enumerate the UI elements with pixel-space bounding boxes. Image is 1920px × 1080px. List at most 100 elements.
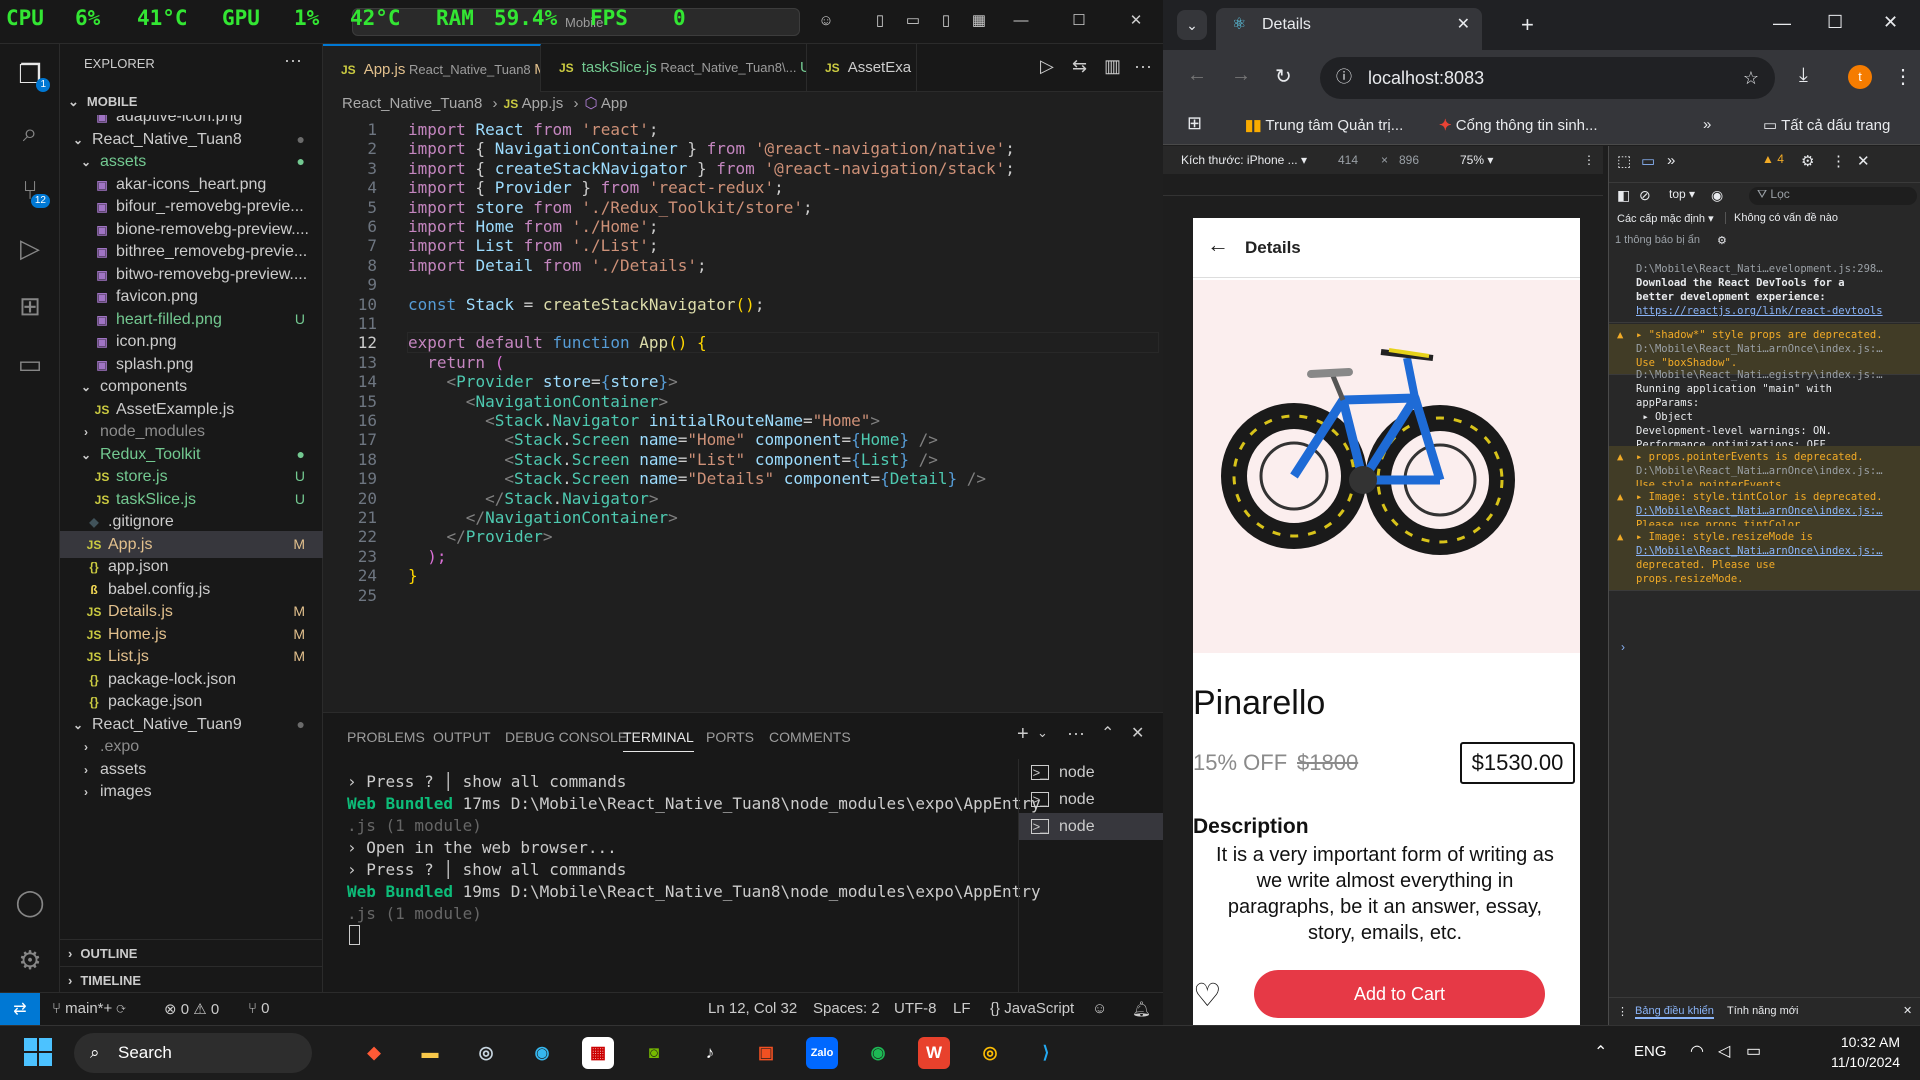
- settings-gear-icon[interactable]: ⚙: [12, 942, 48, 978]
- breadcrumb-symbol[interactable]: App: [601, 95, 628, 112]
- file-explorer-icon[interactable]: ▬: [414, 1037, 446, 1069]
- code-line[interactable]: import Detail from './Details';: [408, 256, 707, 275]
- close-devtools-icon[interactable]: ✕: [1857, 152, 1870, 170]
- more-tabs-icon[interactable]: »: [1667, 152, 1675, 169]
- code-line[interactable]: </Stack.Navigator>: [408, 489, 658, 508]
- all-bookmarks[interactable]: ▭ Tất cả dấu trang: [1763, 116, 1890, 134]
- profile-avatar[interactable]: t: [1848, 65, 1872, 89]
- site-info-icon[interactable]: ⓘ: [1336, 57, 1352, 99]
- remote-indicator-icon[interactable]: ⇄: [0, 993, 40, 1026]
- console-prompt[interactable]: ›: [1621, 640, 1625, 654]
- toggle-secondary-sidebar-icon[interactable]: ▯: [937, 12, 955, 30]
- code-line[interactable]: <Stack.Screen name="List" component={Lis…: [408, 450, 938, 469]
- zalo-icon[interactable]: Zalo: [806, 1037, 838, 1069]
- heart-icon[interactable]: ♡: [1193, 976, 1222, 1014]
- minimize-icon[interactable]: —: [1012, 12, 1030, 30]
- code-line[interactable]: const Stack = createStackNavigator();: [408, 295, 764, 314]
- microsoft-store-icon[interactable]: ▣: [750, 1037, 782, 1069]
- volume-icon[interactable]: ◁: [1718, 1041, 1730, 1061]
- source-control-icon[interactable]: ⑂ 12: [12, 172, 50, 208]
- code-line[interactable]: }: [408, 566, 418, 585]
- add-to-cart-button[interactable]: Add to Cart: [1254, 970, 1545, 1018]
- reload-icon[interactable]: ↻: [1275, 64, 1292, 89]
- device-width[interactable]: 414: [1338, 153, 1358, 167]
- react-devtools-link[interactable]: https://reactjs.org/link/react-devtools: [1636, 305, 1883, 317]
- drawer-menu-icon[interactable]: ⋮: [1617, 1005, 1628, 1018]
- bookmark-1[interactable]: ▮▮ Trung tâm Quản trị...: [1245, 116, 1403, 134]
- wps-office-icon[interactable]: W: [918, 1037, 950, 1069]
- address-bar[interactable]: ⓘ localhost:8083 ☆: [1320, 57, 1775, 99]
- maximize-icon[interactable]: ☐: [1070, 12, 1088, 30]
- apps-icon[interactable]: ⊞: [1187, 113, 1202, 134]
- terminal-output[interactable]: › Press ? │ show all commands Web Bundled…: [347, 771, 1041, 925]
- explorer-icon[interactable]: ❐ 1: [12, 56, 50, 92]
- customize-layout-icon[interactable]: ▦: [970, 12, 988, 30]
- code-line[interactable]: export default function App() {: [407, 332, 1159, 354]
- chrome-icon[interactable]: ◎: [974, 1037, 1006, 1069]
- live-expression-icon[interactable]: ◉: [1711, 187, 1723, 204]
- close-panel-icon[interactable]: ✕: [1131, 723, 1144, 743]
- code-line[interactable]: );: [408, 547, 446, 566]
- encoding[interactable]: UTF-8: [894, 1000, 937, 1017]
- code-line[interactable]: import React from 'react';: [408, 120, 659, 139]
- terminal-instance[interactable]: >_ node: [1019, 759, 1164, 786]
- taskbar-search[interactable]: ⌕ Search: [74, 1033, 312, 1073]
- start-icon[interactable]: [24, 1038, 52, 1066]
- terminal-instance[interactable]: >_ node: [1019, 786, 1164, 813]
- panel-tab-debug-console[interactable]: DEBUG CONSOLE: [505, 729, 627, 745]
- code-line[interactable]: return (: [408, 353, 504, 372]
- back-icon[interactable]: ←: [1187, 64, 1207, 87]
- panel-tab-output[interactable]: OUTPUT: [433, 729, 491, 745]
- bookmark-2[interactable]: ✦ Cổng thông tin sinh...: [1439, 116, 1598, 134]
- outline-section[interactable]: › OUTLINE: [60, 939, 323, 966]
- tab-search-icon[interactable]: ⌄: [1177, 10, 1207, 40]
- nvidia-icon[interactable]: ◙: [638, 1037, 670, 1069]
- terminal-dropdown-icon[interactable]: ⌄: [1037, 725, 1048, 741]
- downloads-icon[interactable]: ⤓: [1799, 64, 1808, 87]
- console-settings-icon[interactable]: ⚙: [1717, 234, 1727, 247]
- code-line[interactable]: <Stack.Screen name="Home" component={Hom…: [408, 430, 938, 449]
- sidebar-toggle-icon[interactable]: ◧: [1617, 187, 1630, 204]
- editor-tab[interactable]: JS taskSlice.js React_Native_Tuan8\... U: [541, 44, 807, 92]
- new-tab-icon[interactable]: +: [1521, 12, 1534, 38]
- remote-explorer-icon[interactable]: ▭: [12, 346, 48, 382]
- device-more-icon[interactable]: ⋮: [1583, 153, 1595, 167]
- edge-icon[interactable]: ◉: [526, 1037, 558, 1069]
- console-drawer-tab[interactable]: Bảng điều khiển: [1635, 1005, 1714, 1019]
- steam-icon[interactable]: ◎: [470, 1037, 502, 1069]
- levels-select[interactable]: Các cấp mặc định ▾: [1617, 212, 1714, 225]
- context-select[interactable]: top ▾: [1669, 187, 1695, 201]
- code-line[interactable]: import { NavigationContainer } from '@re…: [408, 139, 1015, 158]
- accounts-icon[interactable]: ◯: [12, 884, 48, 920]
- code-line[interactable]: <Stack.Navigator initialRouteName="Home"…: [408, 411, 880, 430]
- notifications-icon[interactable]: 🔔︎: [1132, 1000, 1151, 1018]
- device-height[interactable]: 896: [1399, 153, 1419, 167]
- vscode-icon[interactable]: ⟩: [1030, 1037, 1062, 1069]
- whats-new-tab[interactable]: Tính năng mới: [1727, 1005, 1798, 1017]
- bookmark-star-icon[interactable]: ☆: [1743, 57, 1759, 99]
- issues-link[interactable]: Không có vấn đề nào: [1725, 212, 1838, 224]
- photo-app-icon[interactable]: ▦: [582, 1037, 614, 1069]
- close-window-icon[interactable]: ✕: [1883, 12, 1898, 33]
- spotify-icon[interactable]: ◉: [862, 1037, 894, 1069]
- code-editor[interactable]: 1 import React from 'react'; 2 import { Nav…: [323, 116, 1468, 712]
- compare-changes-icon[interactable]: ⇆: [1072, 56, 1087, 77]
- tree-folder[interactable]: › images: [60, 778, 323, 805]
- command-center-search[interactable]: Mobile: [352, 8, 800, 36]
- maximize-panel-icon[interactable]: ⌃: [1101, 723, 1114, 743]
- console-warning-resize-mode[interactable]: ▲ ▸ Image: style.resizeMode is D:\Mobile\…: [1609, 526, 1920, 591]
- clock[interactable]: 10:32 AM 11/10/2024: [1780, 1032, 1900, 1072]
- search-icon[interactable]: ⌕: [12, 114, 48, 150]
- close-drawer-icon[interactable]: ✕: [1903, 1004, 1912, 1017]
- more-bookmarks-icon[interactable]: »: [1703, 116, 1711, 133]
- devtools-settings-icon[interactable]: ⚙: [1801, 152, 1814, 170]
- maximize-icon[interactable]: ☐: [1827, 12, 1843, 33]
- zoom-select[interactable]: 75% ▾: [1460, 153, 1493, 167]
- panel-tab-problems[interactable]: PROBLEMS: [347, 729, 425, 745]
- code-line[interactable]: import { createStackNavigator } from '@r…: [408, 159, 1015, 178]
- breadcrumb-folder[interactable]: React_Native_Tuan8: [342, 95, 482, 112]
- run-debug-icon[interactable]: ▷: [12, 230, 48, 266]
- device-toggle-icon[interactable]: ▭: [1641, 152, 1655, 170]
- extensions-icon[interactable]: ⊞: [12, 288, 48, 324]
- show-hidden-icons[interactable]: ⌃: [1594, 1042, 1607, 1062]
